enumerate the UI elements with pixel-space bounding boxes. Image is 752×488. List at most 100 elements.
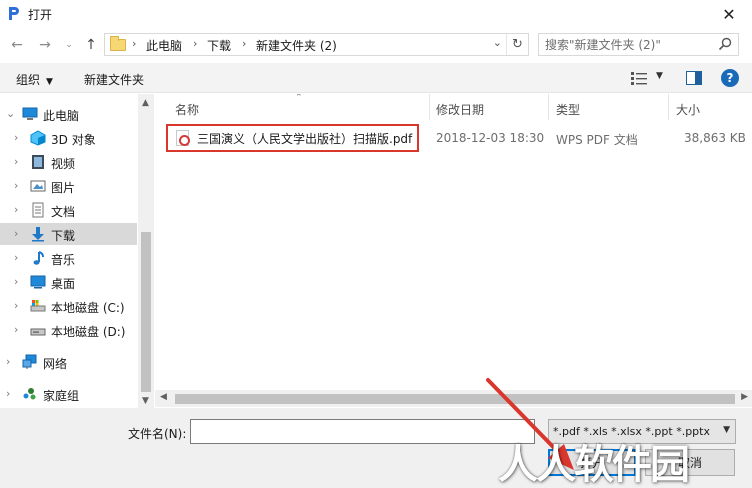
- nav-item-desktop[interactable]: › 桌面: [0, 271, 137, 293]
- toolbar: 组织 ▼ 新建文件夹 ▼ ?: [0, 63, 752, 93]
- file-modified: 2018-12-03 18:30: [436, 131, 545, 145]
- nav-item-3d-objects[interactable]: › 3D 对象: [0, 127, 137, 149]
- nav-item-music[interactable]: › 音乐: [0, 247, 137, 269]
- preview-pane-icon[interactable]: [686, 71, 702, 85]
- title-bar: 打开 ✕: [0, 0, 752, 28]
- music-icon: [33, 251, 44, 265]
- nav-item-label: 本地磁盘 (C:): [51, 301, 125, 315]
- nav-item-drive-d[interactable]: › 本地磁盘 (D:): [0, 319, 137, 341]
- scroll-down-icon[interactable]: ▼: [142, 396, 149, 406]
- chevron-down-icon: ⌄: [65, 40, 73, 50]
- chevron-right-icon[interactable]: ›: [14, 299, 18, 312]
- nav-item-this-pc[interactable]: ⌄ 此电脑: [0, 103, 137, 125]
- navigation-row: ← → ⌄ ↑ › 此电脑 › 下载 › 新建文件夹 (2) ⌄ ↻: [0, 30, 752, 60]
- forward-arrow-icon: →: [39, 37, 51, 53]
- chevron-right-icon[interactable]: ›: [6, 355, 10, 368]
- nav-item-label: 此电脑: [43, 109, 80, 123]
- chevron-down-icon[interactable]: ⌄: [6, 107, 15, 120]
- chevron-right-icon[interactable]: ›: [14, 275, 18, 288]
- filename-label: 文件名(N):: [128, 427, 187, 441]
- organize-menu[interactable]: 组织 ▼: [16, 71, 53, 88]
- chevron-right-icon[interactable]: ›: [6, 387, 10, 400]
- back-button[interactable]: ←: [8, 36, 26, 54]
- folder-icon: [110, 36, 126, 51]
- chevron-right-icon[interactable]: ›: [14, 323, 18, 336]
- nav-item-label: 家庭组: [43, 389, 80, 403]
- help-icon[interactable]: ?: [721, 69, 739, 87]
- scroll-thumb[interactable]: [175, 394, 735, 404]
- nav-item-network[interactable]: › 网络: [0, 351, 137, 373]
- chevron-right-icon[interactable]: ›: [14, 155, 18, 168]
- search-box[interactable]: [538, 33, 739, 56]
- file-size: 38,863 KB: [684, 131, 746, 145]
- nav-item-homegroup[interactable]: › 家庭组: [0, 383, 137, 405]
- horizontal-scrollbar[interactable]: ◀ ▶: [155, 390, 752, 407]
- address-bar[interactable]: › 此电脑 › 下载 › 新建文件夹 (2) ⌄ ↻: [104, 33, 529, 56]
- refresh-button[interactable]: ↻: [506, 34, 528, 55]
- column-header-name[interactable]: 名称: [175, 101, 199, 118]
- view-caret-down-icon[interactable]: ▼: [656, 71, 663, 81]
- scroll-up-icon[interactable]: ▲: [142, 98, 149, 108]
- column-header-type[interactable]: 类型: [556, 101, 580, 118]
- view-options-icon[interactable]: [631, 71, 647, 85]
- cancel-button[interactable]: 取消: [645, 449, 735, 476]
- column-header-size[interactable]: 大小: [676, 101, 700, 118]
- column-divider[interactable]: [429, 94, 430, 120]
- column-divider[interactable]: [668, 94, 669, 120]
- scroll-right-icon[interactable]: ▶: [741, 392, 748, 402]
- nav-item-pictures[interactable]: › 图片: [0, 175, 137, 197]
- chevron-right-icon[interactable]: ›: [14, 131, 18, 144]
- nav-item-label: 视频: [51, 157, 76, 171]
- desktop-icon: [30, 275, 46, 289]
- sort-ascending-icon: ⌃: [295, 94, 303, 103]
- breadcrumb-current-folder[interactable]: 新建文件夹 (2): [256, 37, 337, 54]
- scroll-left-icon[interactable]: ◀: [160, 392, 167, 402]
- column-divider[interactable]: [548, 94, 549, 120]
- chevron-right-icon[interactable]: ›: [14, 179, 18, 192]
- chevron-right-icon[interactable]: ›: [14, 227, 18, 240]
- nav-item-label: 本地磁盘 (D:): [51, 325, 126, 339]
- nav-item-label: 图片: [51, 181, 76, 195]
- homegroup-icon: [23, 388, 36, 400]
- dialog-footer: 文件名(N): *.pdf *.xls *.xlsx *.ppt *.pptx …: [0, 408, 752, 488]
- nav-item-downloads[interactable]: › 下载: [0, 223, 137, 245]
- filename-input[interactable]: [190, 419, 535, 444]
- close-button[interactable]: ✕: [706, 0, 752, 28]
- nav-item-documents[interactable]: › 文档: [0, 199, 137, 221]
- file-type-value: *.pdf *.xls *.xlsx *.ppt *.pptx: [553, 425, 710, 438]
- open-button[interactable]: 打开: [548, 449, 636, 476]
- new-folder-button[interactable]: 新建文件夹: [84, 71, 144, 88]
- nav-item-label: 下载: [51, 229, 76, 243]
- navigation-pane: ⌄ 此电脑 › 3D 对象 › 视频 › 图片 › 文档 › 下载 › 音乐 ›…: [0, 94, 154, 408]
- nav-item-label: 3D 对象: [51, 133, 96, 147]
- search-icon[interactable]: [718, 37, 732, 51]
- breadcrumb-separator-icon: ›: [193, 37, 198, 50]
- table-row[interactable]: 三国演义（人民文学出版社）扫描版.pdf 2018-12-03 18:30 WP…: [165, 124, 750, 152]
- video-icon: [32, 155, 44, 169]
- search-input[interactable]: [539, 34, 715, 55]
- chevron-right-icon[interactable]: ›: [14, 203, 18, 216]
- scroll-thumb[interactable]: [141, 232, 151, 392]
- up-button[interactable]: ↑: [82, 36, 100, 54]
- pictures-icon: [30, 180, 46, 192]
- file-type: WPS PDF 文档: [556, 133, 638, 147]
- nav-item-label: 音乐: [51, 253, 76, 267]
- network-icon: [22, 354, 37, 369]
- forward-button[interactable]: →: [36, 36, 54, 54]
- address-dropdown-icon[interactable]: ⌄: [493, 36, 502, 49]
- nav-item-videos[interactable]: › 视频: [0, 151, 137, 173]
- back-arrow-icon: ←: [11, 37, 23, 53]
- column-header-modified[interactable]: 修改日期: [436, 101, 484, 118]
- navigation-scrollbar[interactable]: ▲ ▼: [138, 94, 154, 408]
- file-list: ⌃ 名称 修改日期 类型 大小 三国演义（人民文学出版社）扫描版.pdf 201…: [155, 94, 752, 408]
- breadcrumb-downloads[interactable]: 下载: [207, 37, 231, 54]
- file-type-select[interactable]: *.pdf *.xls *.xlsx *.ppt *.pptx ▼: [548, 419, 736, 444]
- nav-item-drive-c[interactable]: › 本地磁盘 (C:): [0, 295, 137, 317]
- refresh-icon: ↻: [512, 37, 523, 52]
- recent-locations-button[interactable]: ⌄: [60, 36, 78, 54]
- chevron-right-icon[interactable]: ›: [14, 251, 18, 264]
- breadcrumb-separator-icon: ›: [132, 37, 137, 50]
- window-title: 打开: [28, 8, 53, 22]
- breadcrumb-this-pc[interactable]: 此电脑: [146, 37, 182, 54]
- close-icon: ✕: [722, 4, 736, 24]
